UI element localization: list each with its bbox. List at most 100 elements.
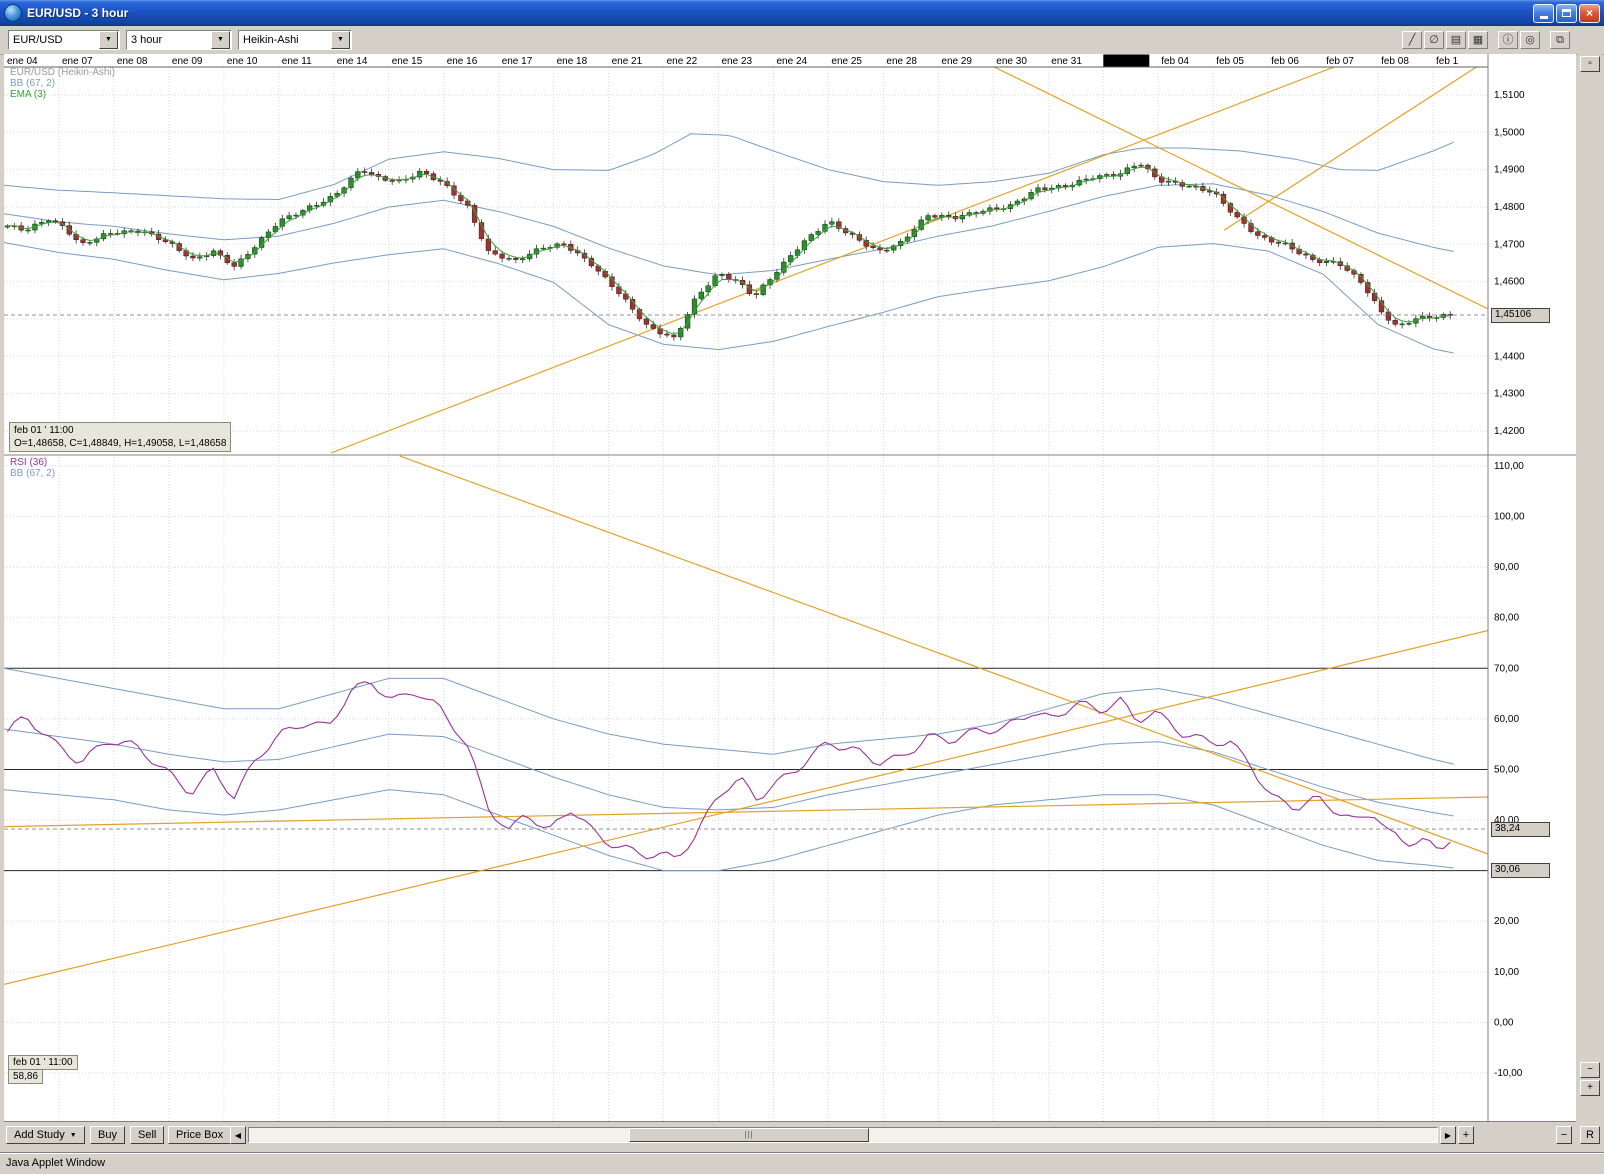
down-candles <box>12 165 1453 337</box>
svg-text:1,4700: 1,4700 <box>1494 239 1525 250</box>
svg-text:ene 15: ene 15 <box>392 56 423 67</box>
tooltip-ohlc: O=1,48658, C=1,48849, H=1,49058, L=1,486… <box>14 437 226 450</box>
svg-text:ene 09: ene 09 <box>172 56 203 67</box>
add-study-label: Add Study <box>14 1129 65 1141</box>
app-icon <box>4 4 22 22</box>
svg-text:80,00: 80,00 <box>1494 613 1519 624</box>
chevron-down-icon[interactable]: ▼ <box>211 31 230 49</box>
clear-drawings-icon[interactable]: ∅ <box>1424 31 1444 49</box>
svg-text:1,5100: 1,5100 <box>1494 90 1525 101</box>
trendline-tool-icon[interactable]: ╱ <box>1402 31 1422 49</box>
svg-text:ene 25: ene 25 <box>831 56 862 67</box>
plus-icon: + <box>1463 1129 1469 1141</box>
rsi-panel <box>4 456 1499 985</box>
horizontal-scrollbar[interactable]: ||| <box>248 1127 1438 1143</box>
svg-text:70,00: 70,00 <box>1494 663 1519 674</box>
svg-text:1,4600: 1,4600 <box>1494 277 1525 288</box>
svg-text:0,00: 0,00 <box>1494 1017 1514 1028</box>
svg-text:ene 21: ene 21 <box>612 56 643 67</box>
svg-text:-10,00: -10,00 <box>1494 1068 1523 1079</box>
horizontal-zoom-in-button[interactable]: + <box>1458 1126 1474 1144</box>
svg-text:ene 11: ene 11 <box>282 56 312 67</box>
price-box-label: Price Box <box>176 1129 223 1141</box>
gridlines <box>4 67 1488 1122</box>
cascade-windows-icon[interactable]: ⧉ <box>1550 31 1570 49</box>
svg-text:60,00: 60,00 <box>1494 714 1519 725</box>
left-arrow-icon: ◀ <box>235 1131 241 1140</box>
thumb-grip: ||| <box>744 1130 753 1139</box>
window-title: EUR/USD - 3 hour <box>27 6 128 20</box>
reset-button[interactable]: R <box>1580 1126 1600 1144</box>
interval-select[interactable]: 3 hour ▼ <box>126 30 232 50</box>
svg-text:1,4200: 1,4200 <box>1494 426 1525 437</box>
java-applet-banner: Java Applet Window <box>0 1152 1604 1174</box>
buy-button[interactable]: Buy <box>90 1126 125 1144</box>
svg-text:ene 16: ene 16 <box>447 56 478 67</box>
svg-text:ene 30: ene 30 <box>996 56 1027 67</box>
svg-text:1,4300: 1,4300 <box>1494 389 1525 400</box>
svg-text:ene 04: ene 04 <box>7 56 38 67</box>
rsi-tooltip: feb 01 ' 11:00 58,86 <box>8 1056 78 1084</box>
add-study-button[interactable]: Add Study ▼ <box>6 1126 85 1144</box>
svg-text:ene 07: ene 07 <box>62 56 93 67</box>
chart-area[interactable]: 1,51001,50001,49001,48001,47001,46001,45… <box>4 54 1576 1122</box>
sell-button[interactable]: Sell <box>130 1126 164 1144</box>
maximize-button[interactable] <box>1556 4 1577 23</box>
scroll-right-button[interactable]: ▶ <box>1440 1126 1456 1144</box>
tooltip-time: feb 01 ' 11:00 <box>14 424 226 437</box>
info-icon[interactable]: ⓘ <box>1498 31 1518 49</box>
svg-text:feb 05: feb 05 <box>1216 56 1244 67</box>
close-icon: × <box>1586 6 1593 20</box>
chart-canvas[interactable]: 1,51001,50001,49001,48001,47001,46001,45… <box>4 54 1576 1122</box>
svg-text:feb 04: feb 04 <box>1161 56 1189 67</box>
scrollbar-thumb[interactable]: ||| <box>629 1128 869 1142</box>
rsi-tooltip-time: feb 01 ' 11:00 <box>8 1055 78 1070</box>
grid-table-icon[interactable]: ▦ <box>1468 31 1488 49</box>
chart-type-select[interactable]: Heikin-Ashi ▼ <box>238 30 352 50</box>
right-arrow-icon: ▶ <box>1445 1131 1451 1140</box>
toolbar-icon-group: ╱∅▤▦ ⓘ◎ ⧉ <box>1400 31 1570 49</box>
chevron-down-icon[interactable]: ▼ <box>331 31 350 49</box>
chevron-down-icon[interactable]: ▼ <box>99 31 118 49</box>
svg-text:feb 07: feb 07 <box>1326 56 1354 67</box>
svg-text:ene 28: ene 28 <box>886 56 917 67</box>
last-price-box: 1,45106 <box>1491 308 1550 323</box>
maximize-icon <box>1562 9 1571 17</box>
sell-label: Sell <box>138 1129 156 1141</box>
main-toolbar: EUR/USD ▼ 3 hour ▼ Heikin-Ashi ▼ ╱∅▤▦ ⓘ◎ ⧉ <box>0 26 1604 55</box>
svg-text:10,00: 10,00 <box>1494 967 1519 978</box>
svg-text:ene 10: ene 10 <box>227 56 258 67</box>
minimize-button[interactable] <box>1533 4 1554 23</box>
svg-text:50,00: 50,00 <box>1494 765 1519 776</box>
horizontal-zoom-out-button[interactable]: − <box>1556 1126 1572 1144</box>
title-bar[interactable]: EUR/USD - 3 hour × <box>0 0 1604 26</box>
svg-text:feb 06: feb 06 <box>1271 56 1299 67</box>
svg-text:100,00: 100,00 <box>1494 512 1525 523</box>
svg-text:feb 08: feb 08 <box>1381 56 1409 67</box>
window-controls: × <box>1531 4 1604 23</box>
svg-text:90,00: 90,00 <box>1494 562 1519 573</box>
ohlc-tooltip: feb 01 ' 11:00 O=1,48658, C=1,48849, H=1… <box>9 422 231 452</box>
vertical-zoom-in-button[interactable]: + <box>1580 1080 1600 1096</box>
target-icon[interactable]: ◎ <box>1520 31 1540 49</box>
svg-text:ene 08: ene 08 <box>117 56 148 67</box>
svg-text:feb 1: feb 1 <box>1436 56 1459 67</box>
right-scroll-strip: ▫ − + <box>1578 54 1602 1122</box>
symbol-select[interactable]: EUR/USD ▼ <box>8 30 120 50</box>
scale-button[interactable]: ▫ <box>1580 56 1600 72</box>
svg-text:1,4900: 1,4900 <box>1494 165 1525 176</box>
close-button[interactable]: × <box>1579 4 1600 23</box>
bottom-toolbar: Add Study ▼ Buy Sell Price Box ◀ ||| ▶ +… <box>4 1124 1602 1146</box>
price-box-button[interactable]: Price Box <box>168 1126 231 1144</box>
vertical-zoom-out-button[interactable]: − <box>1580 1062 1600 1078</box>
chevron-down-icon: ▼ <box>70 1132 77 1139</box>
application-window: EUR/USD - 3 hour × EUR/USD ▼ 3 hour ▼ He… <box>0 0 1604 1174</box>
svg-text:1,4800: 1,4800 <box>1494 202 1525 213</box>
svg-text:ene 23: ene 23 <box>722 56 753 67</box>
svg-text:ene 24: ene 24 <box>777 56 808 67</box>
scroll-left-button[interactable]: ◀ <box>230 1126 246 1144</box>
svg-text:ene 18: ene 18 <box>557 56 588 67</box>
interval-value: 3 hour <box>127 34 210 46</box>
grid-lines-icon[interactable]: ▤ <box>1446 31 1466 49</box>
symbol-value: EUR/USD <box>9 34 98 46</box>
